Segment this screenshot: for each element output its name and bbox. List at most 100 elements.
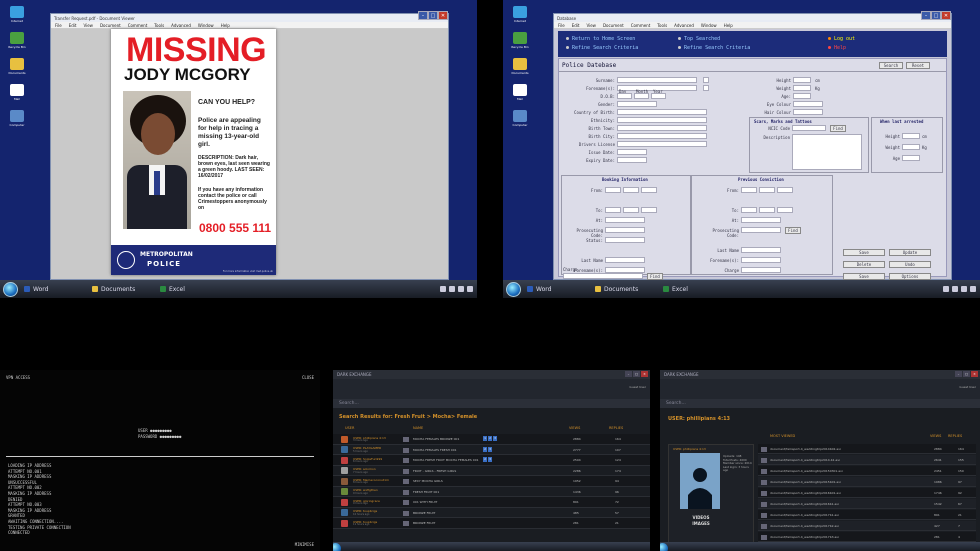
conviction-find-button[interactable]: Find: [785, 227, 801, 234]
terminal-minimise[interactable]: MINIMISE: [295, 542, 314, 547]
tag[interactable]: 2: [488, 436, 492, 441]
desktop-icon[interactable]: Mail: [6, 84, 28, 101]
row-file[interactable]: BRONZE FRUIT: [413, 511, 435, 515]
window-titlebar[interactable]: Database – □ ✕: [554, 11, 951, 22]
menu-item-tools[interactable]: Tools: [657, 23, 667, 28]
booking-status-field[interactable]: [605, 237, 645, 243]
booking-to-field[interactable]: [605, 207, 621, 213]
city-field[interactable]: [617, 133, 707, 139]
height-field[interactable]: [793, 77, 811, 83]
menu-item-view[interactable]: View: [83, 23, 93, 28]
town-field[interactable]: [617, 125, 707, 131]
booking-last-field[interactable]: [605, 257, 645, 263]
search-button[interactable]: Search: [879, 62, 903, 69]
minimize-button[interactable]: –: [955, 371, 962, 377]
conviction-at-field[interactable]: [741, 217, 781, 223]
table-row[interactable]: USER: solomon 7 hours ago FRUIT - GIRLS - …: [333, 466, 650, 476]
booking-to-field-2[interactable]: [623, 207, 639, 213]
menu-item-file[interactable]: File: [558, 23, 565, 28]
terminal-user[interactable]: USER ●●●●●●●●●: [138, 428, 172, 433]
table-row[interactable]: USER: SnipsFun999 6 hours ago MOCHA FRESH …: [333, 455, 650, 466]
table-row[interactable]: document/famsport-4_weddingtrip2016b1.av…: [758, 499, 976, 509]
close-button[interactable]: ✕: [438, 11, 448, 20]
country-field[interactable]: [617, 109, 707, 115]
row-file[interactable]: FRESH FRUIT 001: [413, 490, 439, 494]
table-row[interactable]: USER: PLAYGAMER 5 hours ago MOCHA FEMALES …: [333, 445, 650, 455]
start-button[interactable]: [333, 543, 341, 551]
row-file[interactable]: document/famsport-4_weddingtrip2017b2.av…: [770, 524, 839, 528]
row-file[interactable]: document/famsport-4_weddingtrip2016b01.a…: [770, 491, 841, 495]
find-button[interactable]: Find: [830, 125, 846, 132]
menu-item-advanced[interactable]: Advanced: [171, 23, 191, 28]
maximize-button[interactable]: □: [633, 371, 640, 377]
menu-item-help[interactable]: Help: [221, 23, 230, 28]
delete-button[interactable]: Delete: [843, 261, 885, 268]
description-field[interactable]: [792, 134, 862, 170]
desktop-icon[interactable]: Mail: [509, 84, 531, 101]
expiry-field[interactable]: [617, 157, 647, 163]
nav-logout[interactable]: Log out: [828, 36, 855, 42]
desktop-icon[interactable]: Computer: [509, 110, 531, 127]
dob-day-field[interactable]: [617, 93, 632, 99]
table-row[interactable]: document/famsport-4_weddingtrip2014-b1.a…: [758, 455, 976, 465]
images-link[interactable]: IMAGES: [681, 521, 721, 527]
user-info[interactable]: Guest User: [629, 385, 646, 389]
row-file[interactable]: MOCHA FEMALES FRESH 001: [413, 448, 457, 452]
conviction-to-field[interactable]: [741, 207, 757, 213]
age-field[interactable]: [793, 93, 811, 99]
eye-field[interactable]: [793, 101, 823, 107]
booking-code-field[interactable]: [605, 227, 645, 233]
table-row[interactable]: document/famsport-4_weddingtrip20150301.…: [758, 466, 976, 476]
desktop-icon[interactable]: Recycle Bin: [509, 32, 531, 49]
booking-find-button[interactable]: Find: [647, 273, 663, 280]
update-button[interactable]: Update: [889, 249, 931, 256]
undo-button[interactable]: Undo: [889, 261, 931, 268]
conviction-to-field-2[interactable]: [759, 207, 775, 213]
menu-item-document[interactable]: Document: [603, 23, 624, 28]
arrested-weight-field[interactable]: [902, 144, 920, 150]
row-file[interactable]: document/famsport-4_weddingtrip2016b1.av…: [770, 502, 839, 506]
table-row[interactable]: document/famsport-4_weddingtrip2017b3.av…: [758, 532, 976, 542]
nav-help[interactable]: Help: [828, 45, 846, 51]
row-file[interactable]: document/famsport-4_weddingtrip2014-b1.a…: [770, 458, 840, 462]
ncic-field[interactable]: [792, 125, 826, 131]
gender-field[interactable]: [617, 101, 657, 107]
booking-from-field[interactable]: [605, 187, 621, 193]
close-button[interactable]: ✕: [641, 371, 648, 377]
tag[interactable]: 3: [488, 457, 492, 462]
start-button[interactable]: [3, 281, 18, 297]
save2-button[interactable]: Save: [843, 273, 885, 280]
row-file[interactable]: document/famsport-4_weddingtrip20150301.…: [770, 469, 843, 473]
tag[interactable]: 2: [483, 457, 487, 462]
maximize-button[interactable]: □: [931, 11, 941, 20]
booking-to-field-3[interactable]: [641, 207, 657, 213]
conviction-from-field[interactable]: [741, 187, 757, 193]
menu-item-comment[interactable]: Comment: [128, 23, 148, 28]
conviction-code-field[interactable]: [741, 227, 781, 233]
conviction-from-field-2[interactable]: [759, 187, 775, 193]
booking-charge-field[interactable]: [563, 273, 643, 279]
row-file[interactable]: 001 WITH FRUIT: [413, 500, 437, 504]
menu-item-comment[interactable]: Comment: [631, 23, 651, 28]
conviction-from-field-3[interactable]: [777, 187, 793, 193]
taskbar-item-excel[interactable]: Excel: [663, 286, 727, 293]
taskbar-item-documents[interactable]: Documents: [595, 286, 659, 293]
reset-button[interactable]: Reset: [906, 62, 930, 69]
booking-from-field-2[interactable]: [623, 187, 639, 193]
menu-item-edit[interactable]: Edit: [572, 23, 580, 28]
row-file[interactable]: MOCHA FEMALES BRONZE 001: [413, 437, 459, 441]
table-row[interactable]: USER: Mamacoconut1m 8 hours ago SEXY MOCHA…: [333, 476, 650, 487]
booking-at-field[interactable]: [605, 217, 645, 223]
desktop-icon[interactable]: Documents: [509, 58, 531, 75]
row-file[interactable]: SEXY MOCHA GIRLS: [413, 479, 443, 483]
nav-refine[interactable]: Refine Search Criteria: [566, 45, 638, 51]
issue-field[interactable]: [617, 149, 647, 155]
taskbar-item-word[interactable]: Word: [527, 286, 591, 293]
taskbar-item-documents[interactable]: Documents: [92, 286, 156, 293]
table-row[interactable]: document/famsport-4_weddingtrip2015b01.a…: [758, 477, 976, 487]
desktop-icon[interactable]: Documents: [6, 58, 28, 75]
table-row[interactable]: USER: toupbrigs 10 hours ago BRONZE FRUIT 4…: [333, 508, 650, 518]
row-file[interactable]: document/famsport-4_weddingtrip2014b02.a…: [770, 447, 841, 451]
close-button[interactable]: ✕: [971, 371, 978, 377]
tag[interactable]: 3: [488, 446, 492, 452]
